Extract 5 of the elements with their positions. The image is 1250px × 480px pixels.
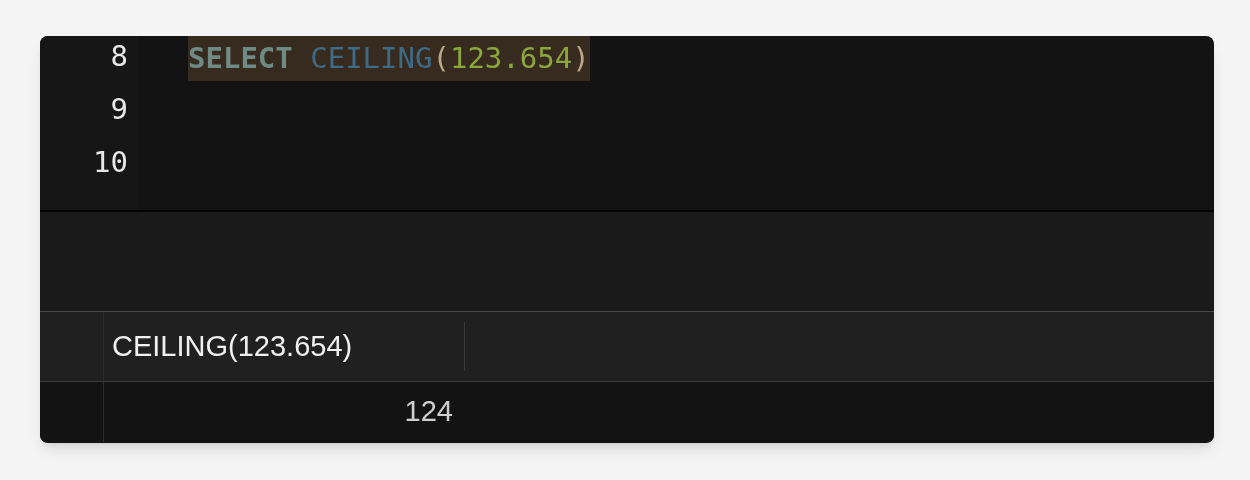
column-header: CEILING(123.654)	[104, 322, 465, 371]
line-number: 10	[92, 144, 129, 181]
line-number: 8	[109, 38, 129, 75]
table-cell-text: 124	[403, 394, 454, 430]
line-number: 9	[109, 91, 129, 128]
